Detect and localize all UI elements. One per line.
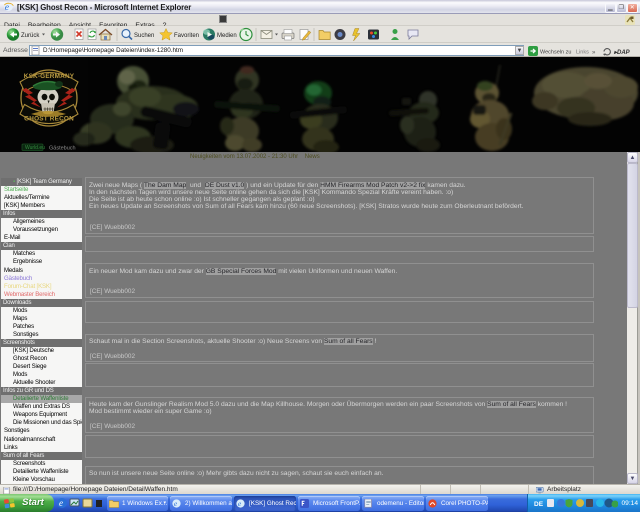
svg-text:Links: Links bbox=[576, 49, 589, 55]
svg-text:»: » bbox=[592, 50, 596, 56]
svg-text:Medien: Medien bbox=[217, 33, 237, 39]
svg-text:▸DAP: ▸DAP bbox=[613, 50, 631, 56]
svg-text:Gästebuch: Gästebuch bbox=[49, 145, 76, 151]
svg-text:KSK-GERMANY: KSK-GERMANY bbox=[24, 73, 75, 80]
svg-text:Wechseln zu: Wechseln zu bbox=[540, 49, 571, 55]
svg-text:Wurld.eu: Wurld.eu bbox=[25, 145, 45, 151]
svg-text:Favoriten: Favoriten bbox=[174, 33, 199, 39]
svg-text:DE: DE bbox=[534, 501, 544, 508]
svg-text:Zurück: Zurück bbox=[21, 33, 40, 39]
svg-text:Suchen: Suchen bbox=[134, 33, 154, 39]
svg-text:e: e bbox=[59, 498, 63, 508]
